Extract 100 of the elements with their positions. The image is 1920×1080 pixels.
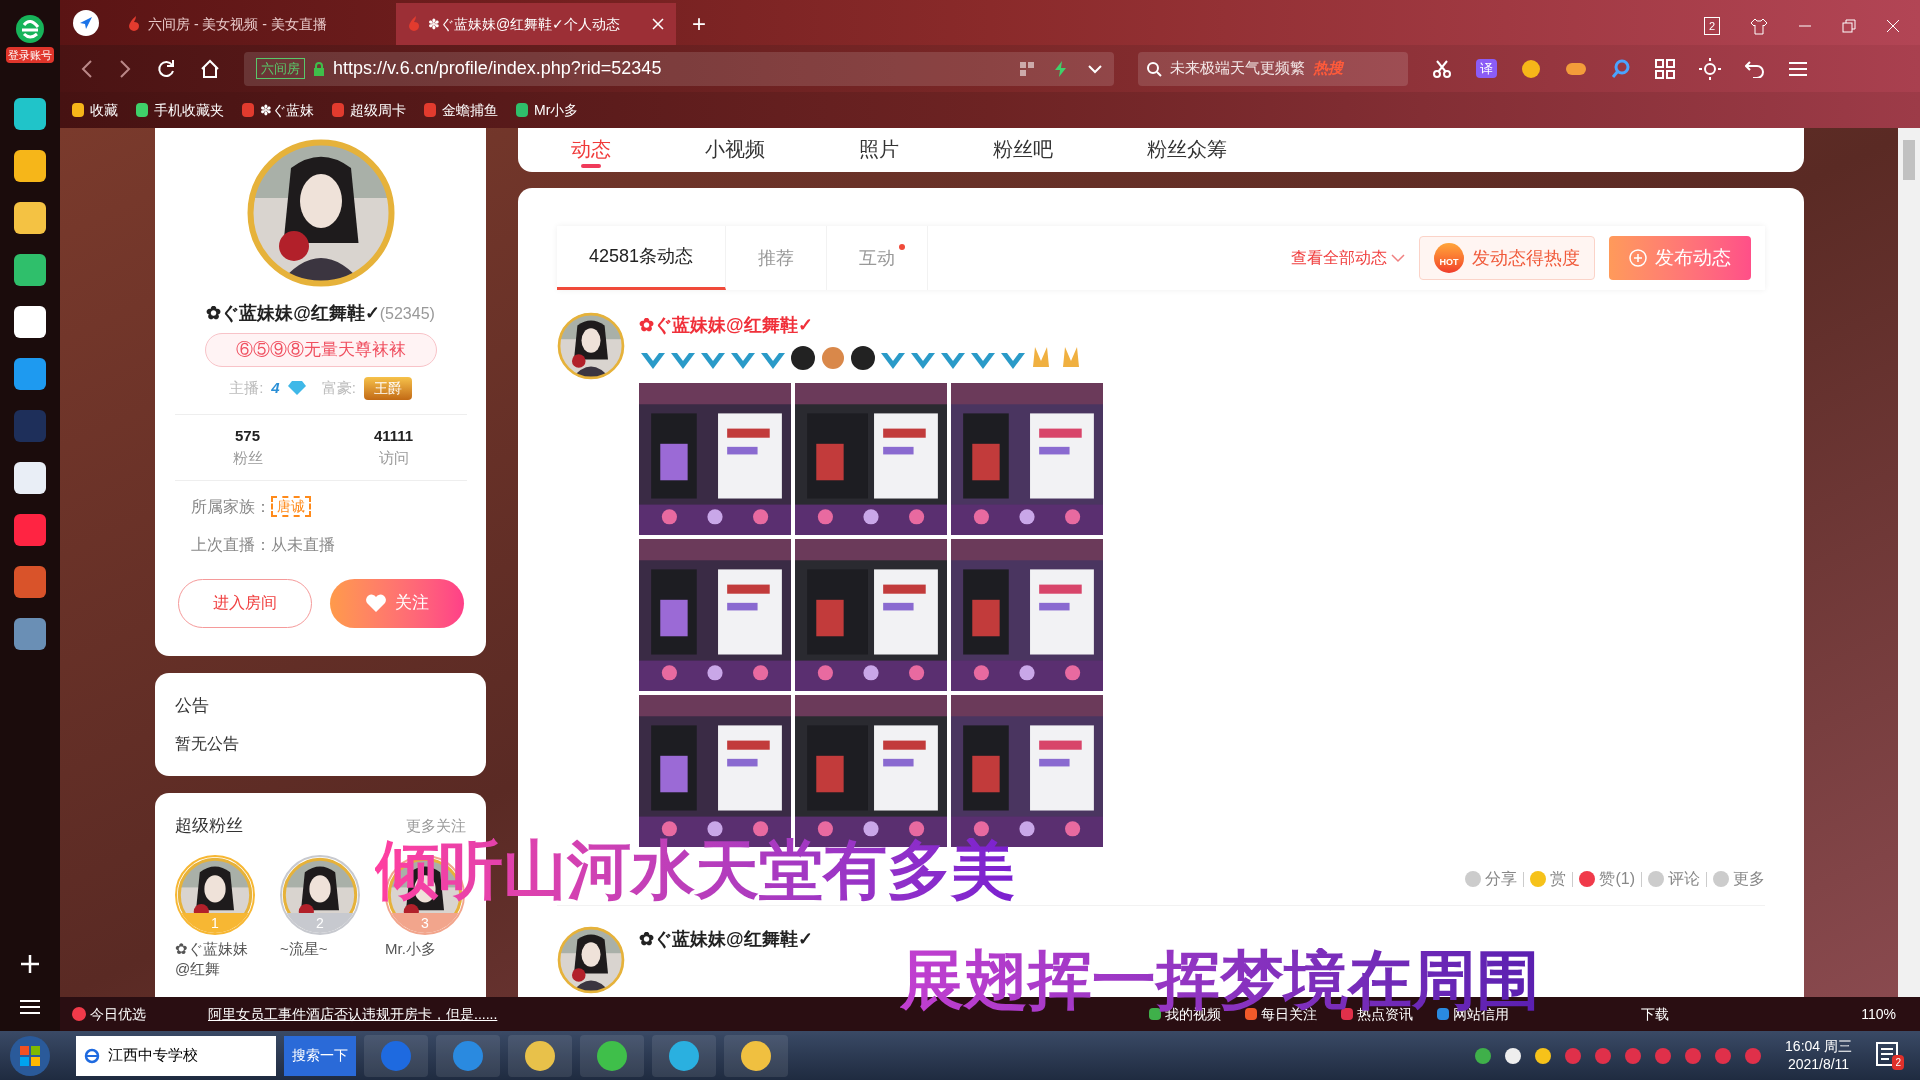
search-field[interactable]: 未来极端天气更频繁 热搜 xyxy=(1138,51,1408,86)
stat-label: 粉丝 xyxy=(232,448,263,468)
shirt-icon[interactable] xyxy=(1750,16,1768,35)
post-author[interactable]: ✿ぐ蓝妹妹@红舞鞋✓ xyxy=(639,926,813,953)
post-author[interactable]: ✿ぐ蓝妹妹@红舞鞋✓ xyxy=(639,312,813,339)
browser-tab[interactable]: 六间房 - 美女视频 - 美女直播 xyxy=(116,3,396,45)
nav-tab[interactable]: 小视频 xyxy=(705,134,765,172)
user-name: ✿ぐ蓝妹妹@红舞鞋✓ xyxy=(206,302,380,325)
taskbar-app-icon[interactable] xyxy=(436,1034,500,1077)
bookmark-item[interactable]: 金蟾捕鱼 xyxy=(424,99,498,121)
feed-tab[interactable]: 42581条动态 xyxy=(557,226,727,290)
nav-tab[interactable]: 照片 xyxy=(859,134,899,172)
post-action[interactable]: 分享 xyxy=(1465,867,1518,891)
taskbar-search-field[interactable]: 江西中专学校 xyxy=(76,1035,276,1076)
diamond-icon xyxy=(287,381,306,395)
undo-icon[interactable] xyxy=(1745,59,1765,78)
login-button[interactable]: 登录账号 xyxy=(6,46,54,64)
add-icon[interactable] xyxy=(19,953,41,975)
bookmark-item[interactable]: 超级周卡 xyxy=(332,99,406,121)
taskbar-app-icon[interactable] xyxy=(652,1034,716,1077)
dropdown-icon[interactable] xyxy=(1088,63,1102,74)
list-icon[interactable] xyxy=(20,999,40,1015)
back-icon[interactable] xyxy=(80,59,94,78)
browser-icon xyxy=(84,1047,100,1064)
restore-icon[interactable] xyxy=(1842,18,1856,33)
bookmark-item[interactable]: Mr小多 xyxy=(516,99,579,121)
close-icon[interactable] xyxy=(652,18,664,30)
app-icon[interactable] xyxy=(14,306,46,338)
nav-tab[interactable]: 动态 xyxy=(571,134,611,172)
search-button[interactable]: 搜索一下 xyxy=(284,1035,356,1076)
app-icon[interactable] xyxy=(14,358,46,390)
post-action[interactable]: 更多 xyxy=(1713,867,1765,891)
nav-tab[interactable]: 粉丝众筹 xyxy=(1147,134,1227,172)
title-badge: ⑥⑤⑨⑧无量天尊袜袜 xyxy=(204,333,437,367)
taskbar-app-icon[interactable] xyxy=(508,1034,572,1077)
post-action[interactable]: 赞(1) xyxy=(1579,867,1635,891)
browser-logo-icon[interactable] xyxy=(14,12,46,45)
app-icon[interactable] xyxy=(14,150,46,182)
taskbar-app-icon[interactable] xyxy=(580,1034,644,1077)
tray-icon[interactable] xyxy=(1505,1047,1522,1064)
sun-icon[interactable] xyxy=(1699,57,1721,80)
fan-name[interactable]: ~流星~ xyxy=(280,938,360,960)
window-count[interactable]: 2 xyxy=(1703,16,1720,35)
translate-button[interactable]: 译 xyxy=(1476,58,1497,79)
clock-time: 16:04 周三 xyxy=(1785,1038,1852,1056)
zoom-level[interactable]: 110% xyxy=(1861,1003,1896,1025)
qr-code-icon[interactable] xyxy=(1020,61,1034,76)
lightning-icon[interactable] xyxy=(1054,60,1068,77)
search-icon[interactable] xyxy=(1611,58,1631,79)
fan-name[interactable]: ✿ぐ蓝妹妹@红舞 xyxy=(175,938,255,980)
post-action[interactable]: 赏 xyxy=(1530,867,1567,891)
close-icon[interactable] xyxy=(1886,18,1900,33)
scissors-icon[interactable] xyxy=(1432,58,1452,79)
grid-icon[interactable] xyxy=(1655,58,1675,79)
bookmark-item[interactable]: 手机收藏夹 xyxy=(136,99,224,121)
app-icon[interactable] xyxy=(14,254,46,286)
home-icon[interactable] xyxy=(200,58,220,79)
post-action[interactable]: 评论 xyxy=(1648,867,1700,891)
nav-tab[interactable]: 粉丝吧 xyxy=(993,134,1053,172)
navigation-icon[interactable] xyxy=(72,9,100,37)
tray-icon[interactable] xyxy=(1475,1047,1492,1064)
app-icon[interactable] xyxy=(14,462,46,494)
bookmark-item[interactable]: 收藏 xyxy=(72,99,118,121)
notification-badge: 2 xyxy=(1892,1054,1904,1070)
fan-name[interactable]: Mr.小多 xyxy=(385,938,465,960)
rich-label: 富豪: xyxy=(321,377,356,398)
fans-title: 超级粉丝 xyxy=(175,815,243,837)
coin-icon[interactable] xyxy=(1521,58,1541,79)
site-label: 六间房 xyxy=(256,57,305,80)
tray-icon[interactable] xyxy=(1535,1047,1552,1064)
new-tab-button[interactable]: + xyxy=(676,3,722,45)
forward-icon[interactable] xyxy=(118,59,132,78)
bookmark-item[interactable]: ✽ぐ蓝妹 xyxy=(242,99,314,121)
host-level: 4 xyxy=(271,377,280,398)
app-icon[interactable] xyxy=(14,98,46,130)
host-label: 主播: xyxy=(229,377,264,398)
notification-icon[interactable] xyxy=(1876,1041,1898,1066)
taskbar-app-icon[interactable] xyxy=(724,1034,788,1077)
search-icon xyxy=(1146,60,1162,77)
download-button[interactable]: 下载 xyxy=(1641,1003,1670,1025)
lock-icon xyxy=(313,61,325,76)
news-headline[interactable]: 阿里女员工事件酒店否认违规开房卡，但是...... xyxy=(208,1003,498,1025)
app-icon[interactable] xyxy=(14,202,46,234)
family-label: 所属家族： xyxy=(190,496,271,517)
stat-label: 访问 xyxy=(378,448,409,468)
clock-date: 2021/8/11 xyxy=(1787,1055,1850,1073)
user-id: (52345) xyxy=(379,304,435,324)
chevron-down-icon xyxy=(1391,253,1405,263)
reload-icon[interactable] xyxy=(156,58,176,79)
heart-icon xyxy=(364,593,387,613)
today-picks-link[interactable]: 今日优选 xyxy=(72,1003,146,1025)
notice-title: 公告 xyxy=(175,694,210,717)
browser-tab[interactable]: ✽ぐ蓝妹妹@红舞鞋✓个人动态 xyxy=(396,3,676,45)
view-all-dropdown[interactable]: 查看全部动态 xyxy=(1291,246,1405,270)
start-icon[interactable] xyxy=(8,1033,52,1078)
stat-value: 575 xyxy=(235,425,260,446)
address-field[interactable]: 六间房 https://v.6.cn/profile/index.php?rid=52345 xyxy=(244,51,1114,86)
plus-circle-icon xyxy=(1629,249,1647,267)
menu-icon[interactable] xyxy=(1789,60,1807,77)
scrollbar[interactable] xyxy=(1898,128,1920,997)
